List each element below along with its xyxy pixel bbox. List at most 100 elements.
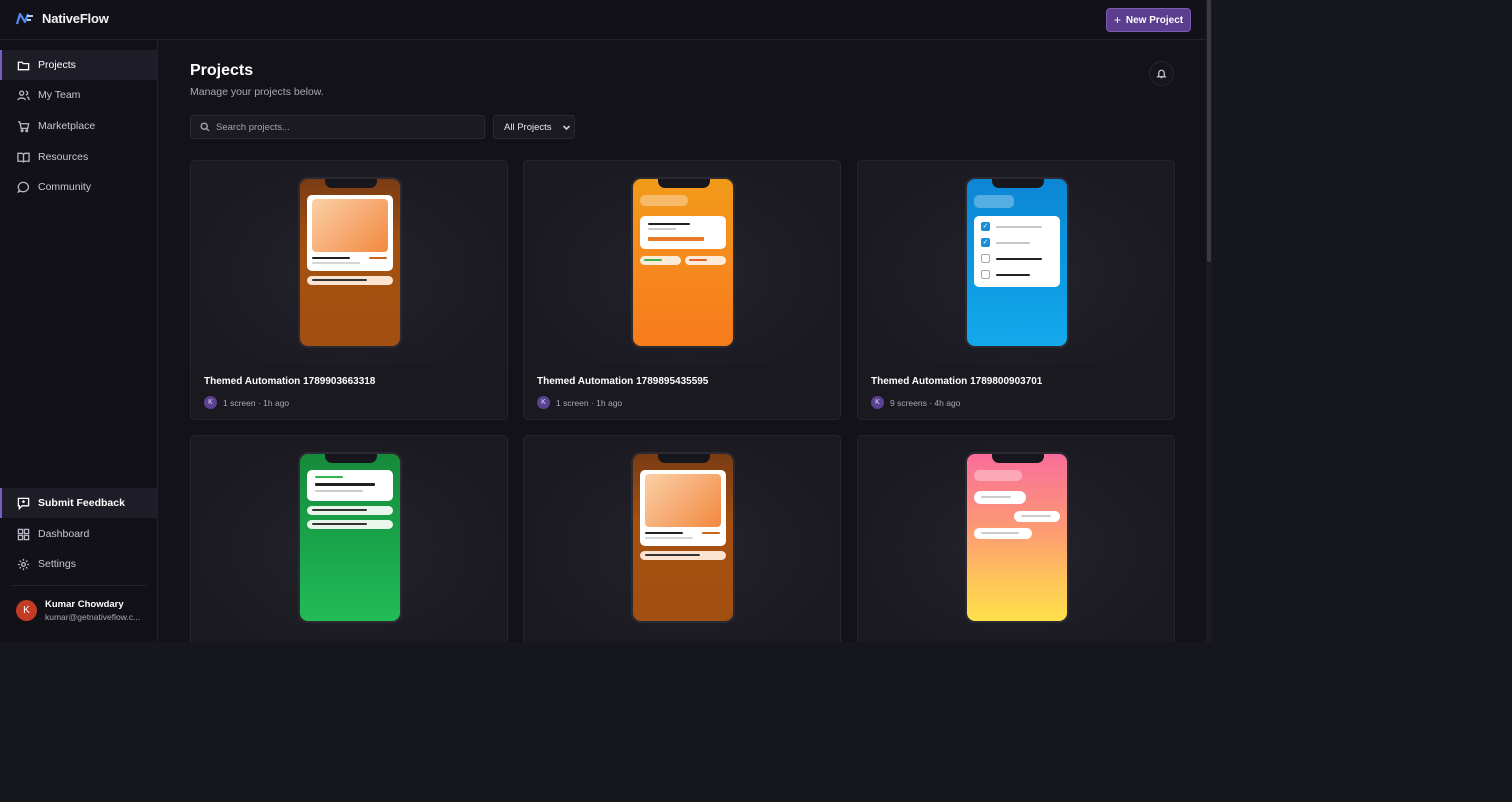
phone-mockup: [965, 452, 1069, 623]
mock-card: [640, 216, 726, 249]
project-title: Themed Automation 1789903663318: [204, 376, 376, 387]
mock-line: [996, 258, 1042, 260]
mock-card: [640, 470, 726, 546]
sidebar-item-label: Settings: [38, 558, 76, 570]
filter-value: All Projects: [504, 121, 552, 133]
checkbox-empty-icon: [981, 270, 990, 279]
checkbox-checked-icon: ✓: [981, 222, 990, 231]
project-card[interactable]: [523, 435, 841, 642]
sidebar-item-label: Dashboard: [38, 528, 90, 540]
mock-image: [645, 474, 721, 527]
sidebar-item-dashboard[interactable]: Dashboard: [0, 519, 157, 549]
sidebar-item-settings[interactable]: Settings: [0, 549, 157, 579]
phone-mockup: [298, 452, 402, 623]
sidebar-item-marketplace[interactable]: Marketplace: [0, 111, 157, 141]
project-card[interactable]: Themed Automation 1789895435595 K 1 scre…: [523, 160, 841, 420]
phone-mockup: [298, 177, 402, 348]
sidebar-item-label: Marketplace: [38, 120, 96, 132]
mock-row: [307, 276, 393, 285]
mock-line: [996, 274, 1030, 276]
main-content: Projects Manage your projects below. All…: [158, 40, 1206, 642]
app-window: NativeFlow + New Project Projects My Tea…: [0, 0, 1206, 642]
owner-avatar: K: [204, 396, 217, 409]
plus-icon: +: [1113, 13, 1121, 27]
mock-line: [644, 259, 662, 261]
sidebar-item-community[interactable]: Community: [0, 172, 157, 202]
mock-line: [981, 496, 1011, 498]
search-input[interactable]: [216, 121, 476, 133]
logo[interactable]: NativeFlow: [16, 11, 109, 26]
phone-notch: [658, 454, 710, 463]
chat-icon: [17, 181, 30, 193]
sidebar-item-my-team[interactable]: My Team: [0, 80, 157, 110]
project-filter-select[interactable]: All Projects: [493, 115, 575, 139]
mock-line: [312, 262, 360, 264]
project-title: Themed Automation 1789895435595: [537, 376, 709, 387]
search-icon: [200, 122, 210, 132]
phone-notch: [658, 179, 710, 188]
sidebar-item-label: Resources: [38, 151, 89, 163]
mock-line: [1021, 515, 1051, 517]
sidebar-item-label: Projects: [38, 59, 76, 71]
mock-line: [996, 242, 1030, 244]
mock-row: [307, 520, 393, 529]
mock-pill: [974, 195, 1014, 208]
sidebar-item-label: Submit Feedback: [38, 497, 125, 509]
project-preview: [191, 436, 507, 640]
gear-icon: [17, 558, 30, 570]
search-box[interactable]: [190, 115, 485, 139]
page-subtitle: Manage your projects below.: [190, 86, 324, 98]
new-project-label: New Project: [1125, 14, 1184, 26]
mock-row: [307, 506, 393, 515]
mock-line: [315, 476, 343, 478]
nativeflow-logo-icon: [16, 12, 33, 24]
project-meta: K 1 screen · 1h ago: [204, 396, 289, 409]
mock-image: [312, 199, 388, 252]
user-profile[interactable]: K Kumar Chowdary kumar@getnativeflow.c..…: [16, 599, 143, 622]
mock-bubble: [974, 528, 1032, 539]
mock-line: [312, 279, 367, 281]
project-preview: [524, 161, 840, 365]
mock-line: [648, 223, 690, 225]
mock-line: [689, 259, 707, 261]
checkbox-empty-icon: [981, 254, 990, 263]
submit-feedback-button[interactable]: Submit Feedback: [0, 488, 157, 518]
sidebar-item-resources[interactable]: Resources: [0, 142, 157, 172]
notifications-button[interactable]: [1149, 61, 1174, 86]
sidebar-item-label: My Team: [38, 89, 81, 101]
scrollbar-thumb[interactable]: [1207, 0, 1211, 262]
feedback-icon: [17, 497, 30, 510]
checkbox-checked-icon: ✓: [981, 238, 990, 247]
mock-line: [648, 237, 704, 241]
mock-line: [702, 532, 720, 534]
new-project-button[interactable]: + New Project: [1106, 8, 1191, 32]
sidebar-divider: [12, 585, 146, 586]
project-meta: K 1 screen · 1h ago: [537, 396, 622, 409]
owner-avatar: K: [871, 396, 884, 409]
phone-notch: [992, 179, 1044, 188]
project-card[interactable]: [190, 435, 508, 642]
project-meta-text: 9 screens · 4h ago: [890, 397, 961, 408]
project-title: Themed Automation 1789800903701: [871, 376, 1043, 387]
phone-mockup: [631, 452, 735, 623]
mock-line: [996, 226, 1042, 228]
project-preview: ✓ ✓: [858, 161, 1174, 365]
project-preview: [858, 436, 1174, 640]
mock-line: [645, 537, 693, 539]
project-card[interactable]: Themed Automation 1789903663318 K 1 scre…: [190, 160, 508, 420]
sidebar-item-projects[interactable]: Projects: [0, 50, 157, 80]
owner-avatar: K: [537, 396, 550, 409]
page-title: Projects: [190, 62, 254, 79]
book-icon: [17, 152, 30, 163]
mock-row: [640, 551, 726, 560]
project-card[interactable]: ✓ ✓ Themed Automation 1789800903701 K 9 …: [857, 160, 1175, 420]
app-name: NativeFlow: [42, 11, 109, 26]
mock-line: [981, 532, 1019, 534]
mock-line: [645, 554, 700, 556]
mock-pill: [640, 195, 688, 206]
mock-card: [307, 195, 393, 271]
mock-line: [312, 523, 367, 525]
project-card[interactable]: [857, 435, 1175, 642]
mock-card: [307, 470, 393, 501]
mock-chip: [685, 256, 726, 265]
